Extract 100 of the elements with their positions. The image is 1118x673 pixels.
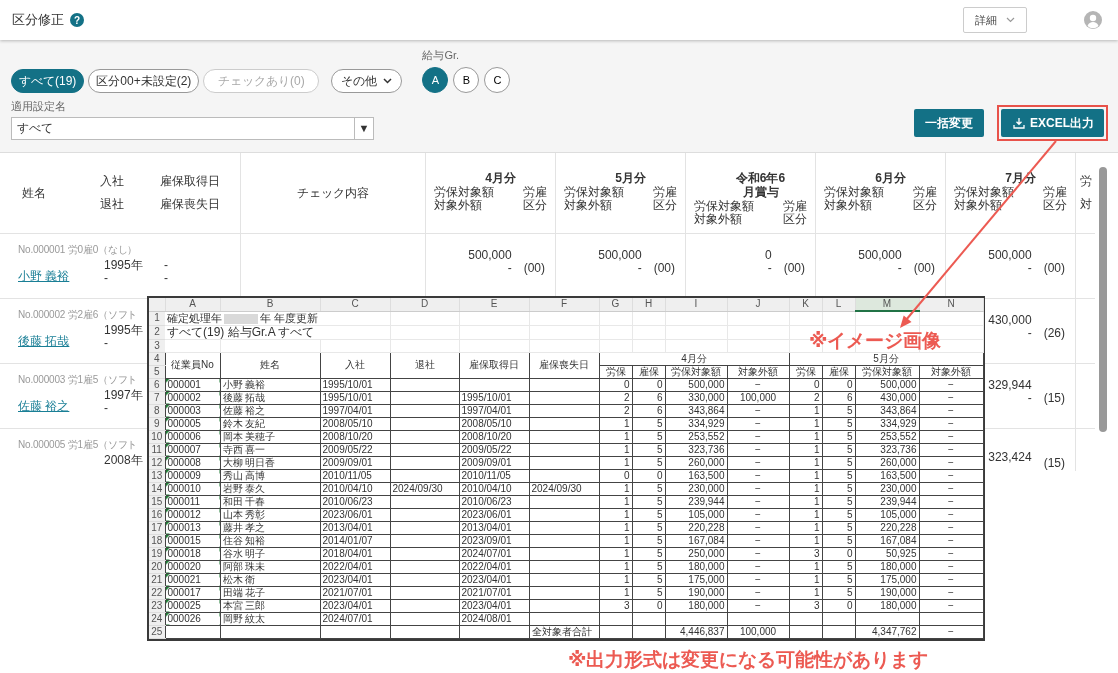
filter-chip[interactable]: すべて(19) (11, 69, 85, 93)
sheet-cell: 5 (656, 431, 663, 442)
sheet-cell: 167,084 (880, 535, 917, 546)
sheet-cell: − (755, 418, 761, 429)
sheet-cell: 秀山 高博 (222, 470, 266, 481)
sheet-cell: 確定処理年 (167, 311, 222, 324)
sheet-cell: 本宮 三郎 (222, 600, 266, 611)
table-cell: (00) (653, 261, 675, 275)
sheet-cell: − (755, 522, 761, 533)
column-letter[interactable]: N (919, 298, 983, 311)
other-dropdown[interactable]: その他 (331, 69, 403, 93)
table-cell: - (104, 337, 108, 350)
column-subheader: 労保対象額 (824, 186, 884, 199)
sheet-cell: 5 (656, 444, 663, 455)
column-letter[interactable]: D (390, 298, 459, 311)
sheet-cell: 1 (813, 483, 820, 494)
sheet-cell: 1995/10/01 (461, 392, 512, 403)
employee-name-link[interactable]: 佐藤 裕之 (18, 398, 104, 415)
sheet-cell: 105,000 (880, 509, 917, 520)
employee-number: No.000001 労0雇0（なし） (18, 243, 138, 257)
sheet-cell: 260,000 (688, 457, 725, 468)
column-letter[interactable]: M (855, 298, 919, 311)
column-letter[interactable]: L (822, 298, 855, 311)
sheet-cell: 6 (656, 405, 663, 416)
group-toggle[interactable]: B (453, 67, 480, 93)
sheet-cell: − (755, 535, 761, 546)
sheet-cell: 000018 (167, 548, 201, 559)
sheet-cell: 330,000 (688, 392, 725, 403)
sheet-cell: 阿部 珠未 (222, 561, 266, 572)
table-cell: 500,000 (598, 249, 642, 262)
sheet-cell: 1 (813, 418, 820, 429)
sheet-cell: 0 (846, 600, 853, 611)
column-subheader: 労雇 (523, 186, 547, 199)
sheet-cell: 334,929 (880, 418, 917, 429)
column-letter[interactable]: F (529, 298, 599, 311)
sheet-header: 対象外額 (931, 366, 971, 377)
sheet-header: 対象外額 (738, 366, 778, 377)
sheet-cell: − (948, 457, 954, 468)
employee-number: No.000002 労2雇6（ソフト (18, 308, 138, 322)
filter-chip[interactable]: 区分00+未設定(2) (88, 69, 200, 93)
sheet-cell: 2010/04/10 (461, 483, 512, 494)
employee-name-link[interactable]: 後藤 拓哉 (18, 333, 104, 350)
column-letter[interactable]: G (599, 298, 632, 311)
sheet-cell: 1 (623, 522, 630, 533)
sheet-header: 退社 (414, 359, 435, 370)
group-toggle[interactable]: C (484, 67, 511, 93)
column-subheader: 対象外額 (434, 199, 482, 212)
sheet-cell: − (755, 483, 761, 494)
chevron-icon (1006, 17, 1015, 23)
sheet-cell: 5 (656, 418, 663, 429)
sheet-cell: 5 (846, 483, 853, 494)
column-letter[interactable]: J (727, 298, 789, 311)
sheet-cell: 和田 千春 (222, 496, 266, 507)
bulk-change-button[interactable]: 一括変更 (914, 109, 984, 137)
sheet-cell: 0 (656, 379, 663, 390)
table-cell: 500,000 (468, 249, 512, 262)
table-cell: 0 (764, 249, 772, 262)
employee-name-link[interactable]: 小野 義裕 (18, 268, 104, 285)
sheet-cell: − (948, 379, 954, 390)
sheet-cell: 寺西 喜一 (222, 444, 266, 455)
sheet-cell: 323,736 (688, 444, 725, 455)
sheet-cell: − (755, 548, 761, 559)
sheet-cell: 2010/06/23 (322, 496, 373, 507)
sheet-cell: 佐藤 裕之 (222, 405, 266, 416)
setting-label: 適用設定名 (11, 99, 67, 114)
sheet-cell: 2024/07/01 (322, 613, 373, 624)
sheet-cell: 1 (813, 522, 820, 533)
sheet-cell: 岡野 紋太 (222, 613, 266, 624)
column-letter[interactable]: C (320, 298, 390, 311)
table-cell: 1995年 (104, 324, 143, 337)
column-letter[interactable]: A (165, 298, 220, 311)
sheet-cell: 3 (813, 548, 820, 559)
setting-select[interactable]: すべて ▼ (11, 117, 374, 140)
sheet-cell: − (948, 431, 954, 442)
help-icon[interactable]: ? (70, 13, 84, 27)
sheet-cell: 000020 (167, 561, 201, 572)
sheet-cell: 2009/09/01 (461, 457, 512, 468)
sheet-cell: 2014/01/07 (322, 535, 373, 546)
detail-dropdown[interactable]: 詳細 (963, 7, 1027, 33)
column-letter[interactable]: E (459, 298, 529, 311)
user-avatar-icon[interactable] (1084, 11, 1102, 29)
download-icon (1013, 117, 1025, 129)
sheet-cell: 2023/06/01 (461, 509, 512, 520)
sheet-cell: 2024/07/01 (461, 548, 512, 559)
sheet-cell: 山本 秀彰 (222, 509, 266, 520)
column-letter[interactable]: K (789, 298, 822, 311)
sheet-cell: 2009/09/01 (322, 457, 373, 468)
column-letter[interactable]: B (220, 298, 320, 311)
sheet-cell: 0 (813, 379, 820, 390)
table-cell: 2008年 (104, 454, 143, 467)
sheet-cell: 000012 (167, 509, 201, 520)
excel-export-button[interactable]: EXCEL出力 (1001, 109, 1104, 137)
column-letter[interactable]: I (665, 298, 727, 311)
sheet-cell: 4,446,837 (680, 626, 725, 637)
table-cell: (26) (1043, 326, 1065, 340)
column-letter[interactable]: H (632, 298, 665, 311)
group-toggle[interactable]: A (422, 67, 449, 93)
sheet-cell: 1995/10/01 (322, 379, 373, 390)
table-cell: - (897, 262, 902, 275)
sheet-cell: 1 (623, 431, 630, 442)
